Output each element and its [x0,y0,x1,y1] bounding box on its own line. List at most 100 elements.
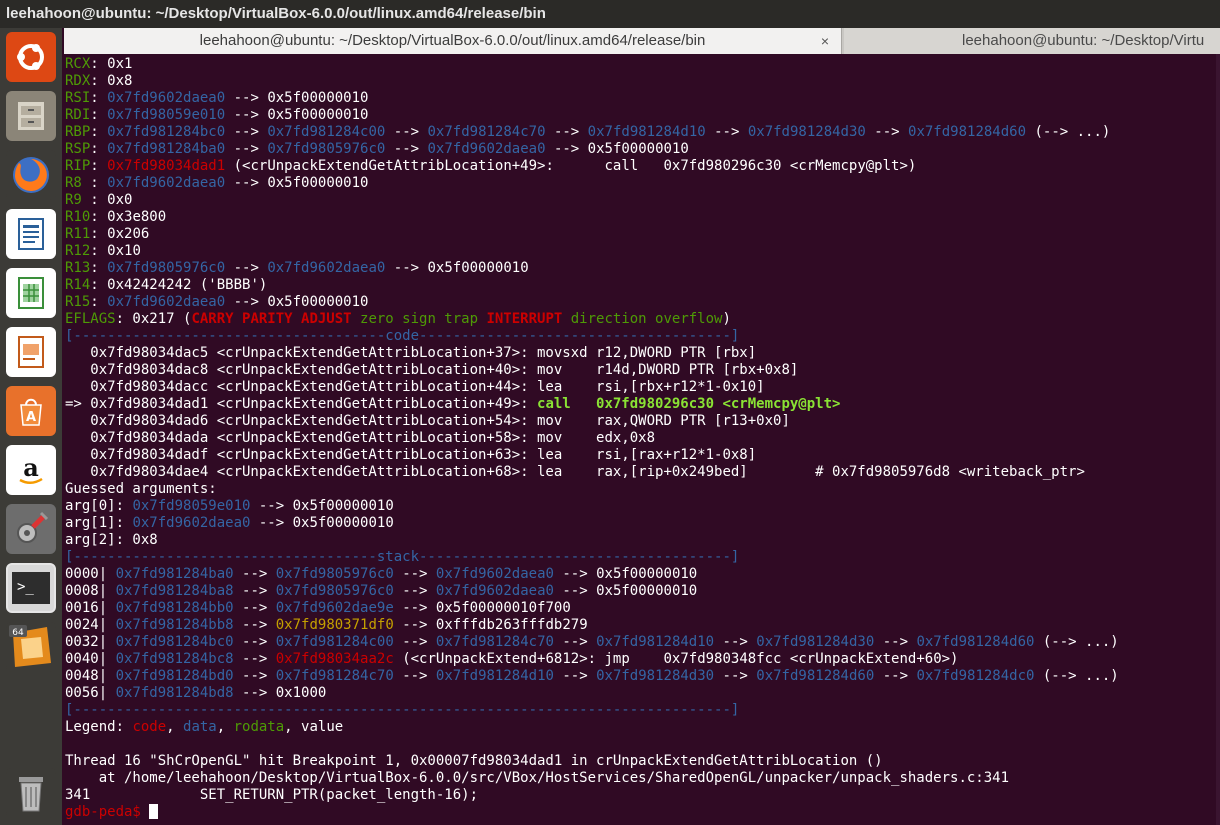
terminal-text: 0040| [65,651,116,667]
terminal-line: RDX: 0x8 [65,73,1119,90]
file-cabinet-icon[interactable] [6,91,56,141]
scrollbar[interactable] [1216,54,1220,825]
terminal-text: --> [233,651,276,667]
terminal-text: 0x7fd9805976c0 [107,260,226,276]
terminal-output[interactable]: RCX: 0x1 RDX: 0x8 RSI: 0x7fd9602daea0 --> … [64,54,1220,825]
terminal-text: --> [233,634,276,650]
terminal-line: at /home/leehahoon/Desktop/VirtualBox-6.… [65,770,1119,787]
terminal-text: R12 [65,243,91,259]
terminal-text: RIP [65,158,91,174]
terminal-line: RBP: 0x7fd981284bc0 --> 0x7fd981284c00 -… [65,124,1119,141]
terminal-text: 0x7fd98034dada <crUnpackExtendGetAttribL… [65,430,656,446]
terminal-text: code [132,719,167,735]
terminal-text: --> [385,141,428,157]
launcher: A a >_ 64 [0,28,62,825]
terminal-text: 0x7fd981284c70 [435,634,554,650]
terminal-text: --> [233,566,276,582]
terminal-text: 0x7fd981284ba0 [115,566,234,582]
tab-terminal-2[interactable]: leehahoon@ubuntu: ~/Desktop/Virtu [844,28,1220,54]
terminal-line: 0040| 0x7fd981284bc8 --> 0x7fd98034aa2c … [65,651,1119,668]
terminal-text: R15 [65,294,91,310]
terminal-text: 0048| [65,668,116,684]
terminal-line: EFLAGS: 0x217 (CARRY PARITY ADJUST zero … [65,311,1119,328]
terminal-icon[interactable]: >_ [6,563,56,613]
terminal-line: 0056| 0x7fd981284bd8 --> 0x1000 [65,685,1119,702]
prompt-line[interactable]: gdb-peda$ [65,804,1119,821]
terminal-line: 0008| 0x7fd981284ba8 --> 0x7fd9805976c0 … [65,583,1119,600]
svg-text:A: A [26,410,36,425]
terminal-text: direction overflow [562,311,723,327]
terminal-text: 0x7fd98034dad6 <crUnpackExtendGetAttribL… [65,413,790,429]
terminal-text: RBP [65,124,91,140]
trash-icon[interactable] [6,768,56,818]
terminal-lines: RCX: 0x1 RDX: 0x8 RSI: 0x7fd9602daea0 --> … [65,56,1119,821]
terminal-line: 0x7fd98034dac8 <crUnpackExtendGetAttribL… [65,362,1119,379]
terminal-text: 0x7fd98034dad1 [107,158,226,174]
svg-text:a: a [23,453,39,482]
terminal-text: 0x7fd981284d10 [587,124,706,140]
terminal-text: arg[1]: [65,515,133,531]
terminal-text: : [90,260,108,276]
terminal-line: arg[2]: 0x8 [65,532,1119,549]
tab-label: leehahoon@ubuntu: ~/Desktop/VirtualBox-6… [199,32,706,49]
terminal-line: 0x7fd98034dadf <crUnpackExtendGetAttribL… [65,447,1119,464]
terminal-text: RDI [65,107,91,123]
terminal-line: [-------------------------------------co… [65,328,1119,345]
impress-icon[interactable] [6,327,56,377]
terminal-text: R10 [65,209,91,225]
terminal-text: --> [393,668,436,684]
calc-icon[interactable] [6,268,56,318]
tab-terminal-1[interactable]: leehahoon@ubuntu: ~/Desktop/VirtualBox-6… [64,28,842,54]
terminal-text: 0x7fd98034dac5 <crUnpackExtendGetAttribL… [65,345,757,361]
tab-bar: leehahoon@ubuntu: ~/Desktop/VirtualBox-6… [64,28,1220,54]
terminal-text: 0008| [65,583,116,599]
terminal-text: 0x7fd981284bc0 [115,634,234,650]
terminal-line: RSP: 0x7fd981284ba0 --> 0x7fd9805976c0 -… [65,141,1119,158]
terminal-text: zero sign trap [351,311,487,327]
amazon-icon[interactable]: a [6,445,56,495]
terminal-line: R11: 0x206 [65,226,1119,243]
terminal-text: (--> ...) [1034,668,1119,684]
terminal-line: 0024| 0x7fd981284bb8 --> 0x7fd980371df0 … [65,617,1119,634]
terminal-text: 0024| [65,617,116,633]
terminal-text: 0x7fd981284d30 [756,634,875,650]
terminal-line: 0x7fd98034dae4 <crUnpackExtendGetAttribL… [65,464,1119,481]
terminal-text: 0x7fd981284d60 [916,634,1035,650]
terminal-text: --> 0x5f00000010 [225,90,369,106]
close-icon[interactable]: × [821,28,829,54]
terminal-line: 0x7fd98034dac5 <crUnpackExtendGetAttribL… [65,345,1119,362]
terminal-line: Thread 16 "ShCrOpenGL" hit Breakpoint 1,… [65,753,1119,770]
terminal-text: , [216,719,234,735]
terminal-line: 0x7fd98034dad6 <crUnpackExtendGetAttribL… [65,413,1119,430]
settings-icon[interactable] [6,504,56,554]
terminal-text: --> [233,583,276,599]
terminal-line: R15: 0x7fd9602daea0 --> 0x5f00000010 [65,294,1119,311]
terminal-text: ) [722,311,731,327]
virtualbox-icon[interactable]: 64 [6,622,56,672]
terminal-text: arg[0]: [65,498,133,514]
writer-icon[interactable] [6,209,56,259]
terminal-text: --> [233,617,276,633]
terminal-line: [------------------------------------sta… [65,549,1119,566]
software-center-icon[interactable]: A [6,386,56,436]
terminal-text: --> [393,634,436,650]
terminal-line: R14: 0x42424242 ('BBBB') [65,277,1119,294]
terminal-text: RSP [65,141,91,157]
terminal-text: R9 [65,192,91,208]
firefox-icon[interactable] [6,150,56,200]
terminal-text: --> [553,668,597,684]
terminal-text: --> 0x5f00000010 [225,294,369,310]
ubuntu-logo-icon[interactable] [6,32,56,82]
terminal-text: 0x7fd981284c00 [275,634,394,650]
terminal-text: 0x7fd981284c70 [275,668,394,684]
terminal-text: --> 0x5f00000010 [385,260,529,276]
terminal-line: R8 : 0x7fd9602daea0 --> 0x5f00000010 [65,175,1119,192]
terminal-line: => 0x7fd98034dad1 <crUnpackExtendGetAttr… [65,396,1119,413]
terminal-text: R14 [65,277,91,293]
terminal-text: --> [385,124,428,140]
terminal-line: 0048| 0x7fd981284bd0 --> 0x7fd981284c70 … [65,668,1119,685]
terminal-text: INTERRUPT [486,311,563,327]
terminal-text: R11 [65,226,91,242]
terminal-text: 0x7fd981284d30 [596,668,715,684]
